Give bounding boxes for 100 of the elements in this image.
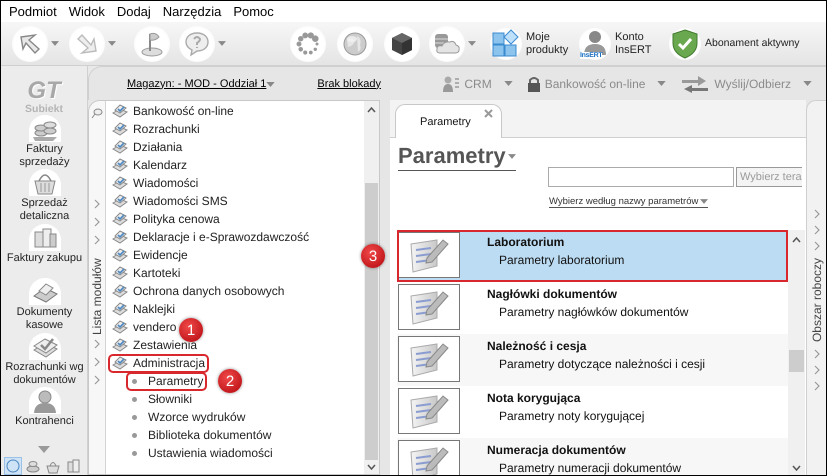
view-button[interactable] [65,458,81,474]
scroll-down-icon[interactable] [367,464,376,470]
chevron-icon[interactable] [812,349,820,360]
document-icon [112,247,128,263]
parameter-title: Nagłówki dokumentów [487,287,618,301]
menu-item[interactable]: Pomoc [227,4,280,19]
module-item[interactable]: Parametry [127,372,206,390]
parameter-title: Nota korygująca [487,391,580,405]
parameter-description: Parametry nagłówków dokumentów [499,305,688,319]
menu-item[interactable]: Widok [62,4,111,19]
filter-link[interactable]: Wybierz według nazwy parametrów [549,196,708,208]
module-item[interactable]: Kartoteki [109,264,184,282]
caret-icon [51,41,59,46]
document-icon [112,139,128,155]
search-field[interactable] [548,167,734,187]
menu-item[interactable]: Podmiot [3,4,63,19]
parameter-row[interactable]: Numeracja dokumentów Parametry numeracji dokumentów [397,438,788,475]
caret-icon [657,81,666,86]
document-icon [112,265,128,281]
bullet-icon [132,396,137,402]
document-icon [112,193,128,209]
caret-icon [504,81,513,86]
parameter-row[interactable]: Nagłówki dokumentów Parametry nagłówków dokumentów [397,282,788,334]
arrows-icon [680,74,710,92]
parameter-description: Parametry noty korygującej [499,409,644,423]
lock-link[interactable]: Brak blokady [317,78,381,90]
document-icon [112,175,128,191]
document-icon [112,229,128,245]
module-item[interactable]: Administracja [109,354,208,372]
parameter-description: Parametry laboratorium [499,253,624,267]
module-item[interactable]: Naklejki [109,300,178,318]
caret-icon [218,41,226,46]
warehouse-link[interactable]: Magazyn: - MOD - Oddział 1 [127,78,276,90]
chevron-icon[interactable] [812,365,820,376]
module-item[interactable]: vendero [109,318,180,336]
nav-item[interactable]: Faktury zakupu [1,224,88,278]
caret-icon [700,199,708,204]
document-icon [112,121,128,137]
parameter-description: Parametry numeracji dokumentów [499,461,682,475]
scroll-up-icon[interactable] [792,237,801,243]
nav-item[interactable]: Rozrachunki wg dokumentów [1,332,88,388]
document-icon [112,283,128,299]
step-marker: 2 [218,369,242,393]
nav-item[interactable]: Kontrahenci [1,387,88,442]
caret-icon [266,82,276,86]
bullet-icon [132,432,137,438]
scroll-down-icon[interactable] [792,465,801,471]
parameter-title: Należność i cesja [487,339,586,353]
nav-item[interactable]: Sprzedaż detaliczna [1,169,88,224]
module-item[interactable]: Ochrona danych osobowych [109,282,288,300]
parameter-description: Parametry dotyczące należności i cesji [499,357,706,371]
page-title[interactable]: Parametry [398,143,516,171]
person-icon [442,74,460,92]
scrollbar-thumb[interactable] [365,183,378,460]
step-marker: 1 [179,318,203,342]
module-item[interactable]: Bankowość on-line [109,102,237,120]
module-item[interactable]: Biblioteka dokumentów [127,426,274,444]
document-icon [112,355,128,371]
app-name: Subiekt [25,102,63,115]
chevron-icon[interactable] [812,381,820,392]
nav-item[interactable]: Dokumenty kasowe [1,278,88,333]
parameter-row[interactable]: Nota korygująca Parametry noty korygującej [397,386,788,438]
view-button[interactable] [25,458,41,474]
scroll-up-icon[interactable] [367,107,376,113]
circle-icon [5,458,21,474]
toolbar-button[interactable] [384,26,420,62]
module-item[interactable]: Wiadomości SMS [109,192,231,210]
document-icon [112,301,128,317]
module-item[interactable]: Polityka cenowa [109,210,223,228]
panel-title: Obszar roboczy [810,258,824,342]
caret-icon [468,41,476,46]
scrollbar-thumb[interactable] [789,350,804,372]
tab[interactable]: Parametry [395,104,502,138]
bullet-icon [132,450,137,456]
module-item[interactable]: Ustawienia wiadomości [127,444,276,462]
parameter-title: Numeracja dokumentów [487,443,626,457]
parameter-row[interactable]: Należność i cesja Parametry dotyczące należności i cesji [397,334,788,386]
parameter-title: Laboratorium [487,235,564,249]
nav-item[interactable]: Faktury sprzedaży [1,114,88,170]
document-icon [112,337,128,353]
module-item[interactable]: Rozrachunki [109,120,203,138]
view-button[interactable] [5,458,21,474]
module-item[interactable]: Kalendarz [109,156,190,174]
document-icon [112,319,128,335]
logo-mark: GT [27,78,61,103]
close-icon[interactable] [484,109,493,118]
panel-title: Lista modułów [90,257,104,335]
caret-icon [803,81,812,86]
caret-icon [108,41,116,46]
module-item[interactable]: Wzorce wydruków [127,408,248,426]
module-item[interactable]: Działania [109,138,186,156]
module-item[interactable]: Wiadomości [109,174,202,192]
toolbar-link[interactable]: Moje produkty [490,28,574,60]
toolbar-link[interactable]: Abonament aktywny [669,28,800,60]
module-item[interactable]: Deklaracje i e-Sprawozdawczość [109,228,312,246]
module-item[interactable]: Ewidencje [109,246,191,264]
caret-icon [508,154,516,158]
menu-item[interactable]: Dodaj [110,4,157,19]
menu-item[interactable]: Narzędzia [156,4,228,19]
module-item[interactable]: Słowniki [127,390,196,408]
